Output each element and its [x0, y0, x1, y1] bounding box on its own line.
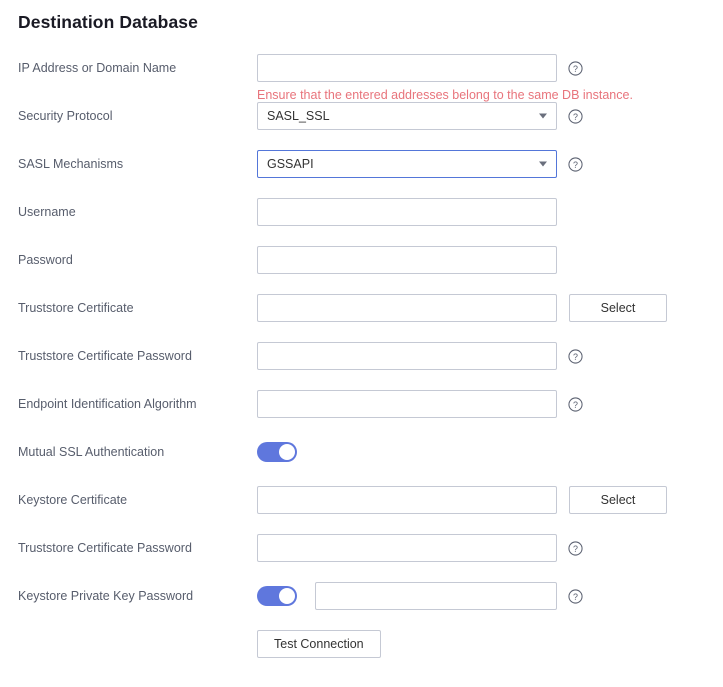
field-area-truststore-certificate: Select: [257, 294, 667, 322]
chevron-down-icon: [539, 113, 547, 119]
field-area-endpoint-identification-algorithm: ?: [257, 390, 583, 418]
svg-text:?: ?: [573, 111, 578, 121]
form-row-password: Password: [0, 236, 723, 284]
form-row-ip-address: IP Address or Domain Name ? Ensure that …: [0, 44, 723, 102]
field-area-keystore-truststore-certificate-password: ?: [257, 534, 583, 562]
label-keystore-certificate: Keystore Certificate: [18, 493, 128, 507]
field-area-security-protocol: SASL_SSL ?: [257, 102, 583, 130]
field-area-password: [257, 246, 557, 274]
form-row-username: Username: [0, 188, 723, 236]
keystore-certificate-input[interactable]: [257, 486, 557, 514]
help-circle-icon[interactable]: ?: [568, 108, 583, 124]
field-area-username: [257, 198, 557, 226]
mutual-ssl-authentication-toggle[interactable]: [257, 442, 297, 462]
form-row-truststore-certificate-password: Truststore Certificate Password ?: [0, 332, 723, 380]
truststore-certificate-input[interactable]: [257, 294, 557, 322]
security-protocol-select[interactable]: SASL_SSL: [257, 102, 557, 130]
form-row-sasl-mechanisms: SASL Mechanisms GSSAPI ?: [0, 140, 723, 188]
toggle-knob: [279, 588, 295, 604]
page-title: Destination Database: [18, 12, 198, 32]
test-connection-button[interactable]: Test Connection: [257, 630, 381, 658]
form-row-truststore-certificate: Truststore Certificate Select: [0, 284, 723, 332]
form-row-mutual-ssl-authentication: Mutual SSL Authentication: [0, 428, 723, 476]
field-area-ip-address: ?: [257, 54, 583, 82]
help-circle-icon[interactable]: ?: [568, 540, 583, 556]
field-area-sasl-mechanisms: GSSAPI ?: [257, 150, 583, 178]
help-circle-icon[interactable]: ?: [568, 156, 583, 172]
help-circle-icon[interactable]: ?: [568, 60, 583, 76]
label-endpoint-identification-algorithm: Endpoint Identification Algorithm: [18, 397, 197, 411]
sasl-mechanisms-value: GSSAPI: [267, 157, 314, 171]
toggle-knob: [279, 444, 295, 460]
form-row-keystore-certificate: Keystore Certificate Select: [0, 476, 723, 524]
svg-text:?: ?: [573, 543, 578, 553]
security-protocol-value: SASL_SSL: [267, 109, 330, 123]
ip-address-input[interactable]: [257, 54, 557, 82]
password-input[interactable]: [257, 246, 557, 274]
label-password: Password: [18, 253, 73, 267]
field-area-truststore-certificate-password: ?: [257, 342, 583, 370]
keystore-truststore-certificate-password-input[interactable]: [257, 534, 557, 562]
field-area-test-connection: Test Connection: [257, 630, 381, 658]
svg-text:?: ?: [573, 399, 578, 409]
form-row-test-connection: Test Connection: [0, 620, 723, 668]
label-truststore-certificate: Truststore Certificate: [18, 301, 134, 315]
keystore-certificate-select-button[interactable]: Select: [569, 486, 667, 514]
help-circle-icon[interactable]: ?: [568, 396, 583, 412]
truststore-certificate-select-button[interactable]: Select: [569, 294, 667, 322]
form-row-keystore-truststore-certificate-password: Truststore Certificate Password ?: [0, 524, 723, 572]
label-sasl-mechanisms: SASL Mechanisms: [18, 157, 124, 171]
svg-text:?: ?: [573, 63, 578, 73]
chevron-down-icon: [539, 161, 547, 167]
field-area-keystore-certificate: Select: [257, 486, 667, 514]
help-circle-icon[interactable]: ?: [568, 588, 583, 604]
field-area-mutual-ssl-authentication: [257, 442, 297, 462]
label-security-protocol: Security Protocol: [18, 109, 113, 123]
form-row-keystore-private-key-password: Keystore Private Key Password ?: [0, 572, 723, 620]
truststore-certificate-password-input[interactable]: [257, 342, 557, 370]
svg-text:?: ?: [573, 159, 578, 169]
svg-text:?: ?: [573, 351, 578, 361]
label-mutual-ssl-authentication: Mutual SSL Authentication: [18, 445, 165, 459]
svg-text:?: ?: [573, 591, 578, 601]
label-keystore-private-key-password: Keystore Private Key Password: [18, 589, 194, 603]
keystore-private-key-password-input[interactable]: [315, 582, 557, 610]
sasl-mechanisms-select[interactable]: GSSAPI: [257, 150, 557, 178]
help-circle-icon[interactable]: ?: [568, 348, 583, 364]
form-row-endpoint-identification-algorithm: Endpoint Identification Algorithm ?: [0, 380, 723, 428]
label-ip-address: IP Address or Domain Name: [18, 61, 177, 75]
label-truststore-certificate-password: Truststore Certificate Password: [18, 349, 192, 363]
field-area-keystore-private-key-password: ?: [257, 582, 583, 610]
username-input[interactable]: [257, 198, 557, 226]
destination-database-form: IP Address or Domain Name ? Ensure that …: [0, 44, 723, 668]
form-row-security-protocol: Security Protocol SASL_SSL ?: [0, 92, 723, 140]
label-username: Username: [18, 205, 76, 219]
label-keystore-truststore-certificate-password: Truststore Certificate Password: [18, 541, 192, 555]
endpoint-identification-algorithm-input[interactable]: [257, 390, 557, 418]
keystore-private-key-password-toggle[interactable]: [257, 586, 297, 606]
